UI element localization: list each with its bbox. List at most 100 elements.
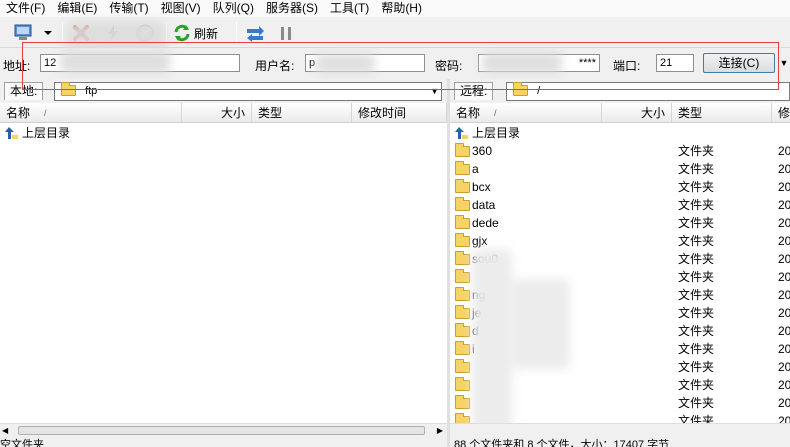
- menu-item[interactable]: 编辑(E): [51, 0, 103, 17]
- toolbar: 刷新: [0, 17, 790, 51]
- local-horizontal-scrollbar[interactable]: ◀ ▶: [0, 423, 447, 437]
- folder-icon: [455, 179, 470, 193]
- local-file-list: 上层目录: [0, 124, 447, 142]
- folder-icon: [455, 287, 470, 301]
- list-item-modified: 20: [778, 216, 790, 230]
- toolbar-separator: [166, 22, 167, 44]
- remote-col-modified[interactable]: 修: [772, 103, 790, 123]
- list-item-modified: 20: [778, 342, 790, 356]
- folder-icon: [455, 197, 470, 211]
- local-col-type[interactable]: 类型: [252, 103, 352, 123]
- list-item-type: 文件夹: [678, 378, 715, 392]
- menu-item[interactable]: 传输(T): [103, 0, 154, 17]
- pause-icon: [281, 27, 291, 40]
- list-item-modified: 20: [778, 378, 790, 392]
- local-column-header: 名称 / 大小 类型 修改时间: [0, 103, 447, 123]
- folder-icon: [455, 395, 470, 409]
- folder-icon: [455, 269, 470, 283]
- sort-arrow-icon: /: [494, 108, 497, 118]
- pause-button[interactable]: [274, 21, 298, 45]
- remote-status: 88 个文件夹和 8 个文件，大小：17407 字节: [450, 437, 790, 447]
- list-item-modified: 20: [778, 270, 790, 284]
- scrollbar-thumb[interactable]: [18, 426, 425, 435]
- folder-icon: [455, 215, 470, 229]
- scroll-left-icon[interactable]: ◀: [2, 426, 8, 435]
- list-item-type: 文件夹: [678, 396, 715, 410]
- folder-icon: [455, 161, 470, 175]
- list-item-name: a: [472, 162, 479, 176]
- list-item-type: 文件夹: [678, 342, 715, 356]
- site-manager-button[interactable]: [10, 21, 36, 45]
- local-pane: 本地: ftp ▼ 名称 / 大小 类型 修改时间 上层目录 ◀ ▶ 空文件夹: [0, 79, 447, 447]
- remote-horizontal-scrollbar[interactable]: [450, 423, 790, 437]
- chevron-down-icon[interactable]: ▼: [430, 83, 439, 100]
- local-path-input[interactable]: ftp ▼: [54, 82, 442, 101]
- remote-pane: 远程: / 名称 / 大小 类型 修 上层目录 360 文件夹 20 a 文件夹 20 bcx 文…: [450, 79, 790, 447]
- list-item-name: 360: [472, 144, 493, 158]
- local-path-text: ftp: [85, 85, 98, 97]
- list-item[interactable]: bcx 文件夹 20: [450, 178, 790, 196]
- scroll-right-icon[interactable]: ▶: [437, 426, 443, 435]
- folder-icon: [513, 82, 528, 96]
- folder-icon: [455, 233, 470, 247]
- username-label: 用户名:: [255, 59, 295, 73]
- remote-path-text: /: [537, 85, 541, 97]
- connection-bar: 地址: 12 用户名: p 密码: **** 端口: 21 连接(C) ▼: [0, 48, 790, 79]
- remote-column-header: 名称 / 大小 类型 修: [450, 103, 790, 123]
- local-status: 空文件夹: [0, 437, 447, 447]
- list-item-name: data: [472, 198, 496, 212]
- list-item-type: 文件夹: [678, 144, 715, 158]
- redaction-blur: [60, 50, 170, 74]
- menu-item[interactable]: 帮助(H): [375, 0, 428, 17]
- redaction-blur: [315, 54, 375, 74]
- list-item-type: 文件夹: [678, 324, 715, 338]
- list-item-type: 文件夹: [678, 252, 715, 266]
- local-path-bar: 本地: ftp ▼: [0, 79, 447, 103]
- menu-item[interactable]: 服务器(S): [260, 0, 324, 17]
- list-item-name: dede: [472, 216, 499, 230]
- menu-item[interactable]: 视图(V): [155, 0, 207, 17]
- remote-tab[interactable]: 远程:: [454, 82, 494, 100]
- remote-col-type[interactable]: 类型: [672, 103, 772, 123]
- remote-path-input[interactable]: /: [506, 82, 790, 101]
- list-item[interactable]: dede 文件夹 20: [450, 214, 790, 232]
- password-label: 密码:: [435, 59, 463, 73]
- local-col-name[interactable]: 名称 /: [0, 103, 182, 123]
- list-item[interactable]: 上层目录: [0, 124, 447, 142]
- parent-directory-icon: [5, 127, 18, 139]
- list-item-type: 文件夹: [678, 198, 715, 212]
- folder-icon: [455, 305, 470, 319]
- redaction-blur: [510, 279, 570, 369]
- list-item-name: bcx: [472, 180, 491, 194]
- menu-item[interactable]: 工具(T): [324, 0, 375, 17]
- transfer-button[interactable]: [242, 21, 268, 45]
- port-input[interactable]: 21: [656, 54, 694, 72]
- list-item[interactable]: a 文件夹 20: [450, 160, 790, 178]
- local-col-size[interactable]: 大小: [182, 103, 252, 123]
- chevron-down-icon: [44, 31, 52, 35]
- folder-icon: [455, 377, 470, 391]
- list-item-type: 文件夹: [678, 270, 715, 284]
- toolbar-separator: [62, 22, 63, 44]
- folder-icon: [455, 143, 470, 157]
- list-item[interactable]: gjx 文件夹 20: [450, 232, 790, 250]
- address-label: 地址:: [3, 59, 31, 73]
- site-dropdown-button[interactable]: [38, 21, 58, 45]
- list-item-modified: 20: [778, 360, 790, 374]
- list-item[interactable]: 上层目录: [450, 124, 790, 142]
- local-col-modified[interactable]: 修改时间: [352, 103, 447, 123]
- list-item[interactable]: data 文件夹 20: [450, 196, 790, 214]
- refresh-button[interactable]: 刷新: [172, 21, 228, 45]
- parent-directory-icon: [455, 127, 468, 139]
- transfer-arrows-icon: [247, 26, 264, 42]
- connect-dropdown-button[interactable]: ▼: [778, 53, 790, 73]
- connect-button[interactable]: 连接(C): [703, 53, 775, 73]
- local-tab[interactable]: 本地:: [4, 82, 44, 100]
- list-item[interactable]: 360 文件夹 20: [450, 142, 790, 160]
- list-item-modified: 20: [778, 162, 790, 176]
- list-item-type: 文件夹: [678, 162, 715, 176]
- menu-item[interactable]: 文件(F): [0, 0, 51, 17]
- remote-col-size[interactable]: 大小: [602, 103, 672, 123]
- menu-item[interactable]: 队列(Q): [207, 0, 260, 17]
- remote-col-name[interactable]: 名称 /: [450, 103, 602, 123]
